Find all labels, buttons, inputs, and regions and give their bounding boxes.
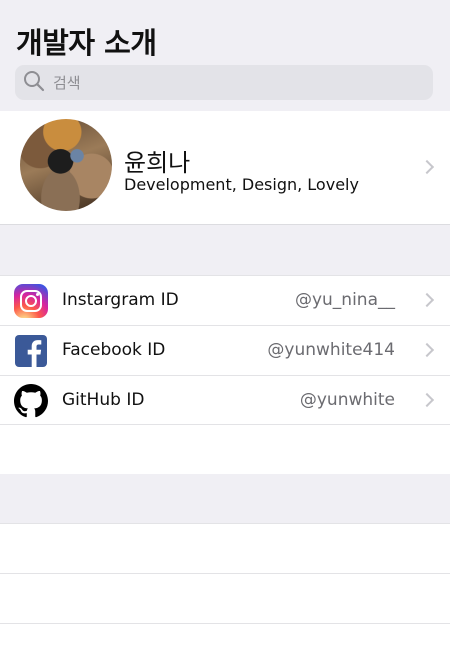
profile-description: Development, Design, Lovely [124, 175, 359, 194]
app-screen: 개발자 소개 윤희나 Development, Design, Lovely I… [0, 0, 450, 650]
avatar [20, 119, 112, 211]
search-bar[interactable] [15, 65, 433, 100]
search-input[interactable] [53, 73, 413, 92]
chevron-right-icon [419, 292, 435, 308]
account-value: @yu_nina__ [294, 290, 395, 310]
account-label: Facebook ID [62, 340, 166, 360]
empty-cell [0, 523, 450, 573]
empty-cell [0, 623, 450, 650]
chevron-right-icon [419, 392, 435, 408]
page-title: 개발자 소개 [16, 26, 157, 60]
account-label: Instargram ID [62, 290, 179, 310]
facebook-icon [14, 334, 48, 368]
account-value: @yunwhite414 [267, 340, 395, 360]
profile-name: 윤희나 [124, 149, 191, 177]
profile-cell[interactable]: 윤희나 Development, Design, Lovely [0, 111, 450, 225]
account-row-github[interactable]: GitHub ID @yunwhite [0, 375, 450, 425]
github-icon [14, 384, 48, 418]
empty-cell [0, 573, 450, 623]
chevron-right-icon [419, 342, 435, 358]
account-label: GitHub ID [62, 390, 145, 410]
empty-cell [0, 425, 450, 474]
chevron-right-icon [419, 159, 435, 175]
instagram-icon [14, 284, 48, 318]
navigation-header: 개발자 소개 [0, 0, 450, 110]
account-row-instagram[interactable]: Instargram ID @yu_nina__ [0, 275, 450, 325]
account-value: @yunwhite [299, 390, 395, 410]
account-row-facebook[interactable]: Facebook ID @yunwhite414 [0, 325, 450, 375]
search-icon [23, 70, 45, 96]
